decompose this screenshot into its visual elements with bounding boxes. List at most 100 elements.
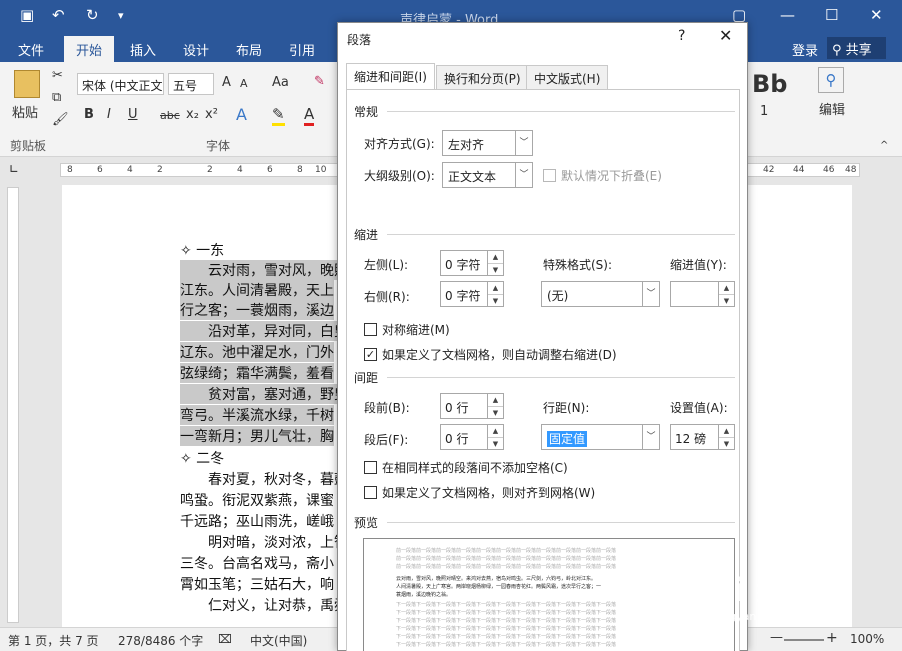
language-status[interactable]: 中文(中国) <box>250 632 307 649</box>
spin-up-icon[interactable]: ▲ <box>488 394 503 406</box>
alignment-dropdown[interactable]: 左对齐 ﹀ <box>442 130 533 156</box>
bold-button[interactable]: B <box>84 107 94 122</box>
outline-level-dropdown[interactable]: 正文文本 ﹀ <box>442 162 533 188</box>
text-effects-icon[interactable]: A <box>236 105 247 124</box>
spin-up-icon[interactable]: ▲ <box>719 425 734 437</box>
chevron-down-icon: ﹀ <box>515 163 532 187</box>
copy-icon[interactable]: ⧉ <box>52 90 61 105</box>
minimize-icon[interactable]: — <box>780 6 795 24</box>
no-space-same-style-checkbox[interactable] <box>364 461 377 474</box>
special-indent-dropdown[interactable]: (无) ﹀ <box>541 281 660 307</box>
document-line[interactable]: ✧ 一东 <box>180 240 224 260</box>
tab-indents-spacing[interactable]: 缩进和间距(I) <box>346 63 435 91</box>
document-line[interactable]: 千远路；巫山雨洗，嵯峨 <box>180 511 334 531</box>
spin-down-icon[interactable]: ▼ <box>719 437 734 449</box>
document-line[interactable]: 行之客；一蓑烟雨，溪边 <box>180 300 334 320</box>
document-line[interactable]: 仁对义，让对恭，禹舜 <box>208 595 348 615</box>
document-line[interactable]: 鸣蛩。衔泥双紫燕，课蜜 <box>180 490 334 510</box>
find-icon[interactable]: ⚲ <box>818 67 844 93</box>
zoom-out-icon[interactable]: — <box>770 630 783 645</box>
maximize-icon[interactable]: ☐ <box>825 6 838 24</box>
italic-button[interactable]: I <box>107 107 111 122</box>
spin-down-icon[interactable]: ▼ <box>719 294 734 306</box>
format-painter-icon[interactable]: 🖌 <box>52 112 69 127</box>
right-indent-spinner[interactable]: 0 字符 ▲ ▼ <box>440 281 504 307</box>
cut-icon[interactable]: ✂ <box>52 68 63 83</box>
superscript-button[interactable]: x² <box>205 107 218 122</box>
close-window-icon[interactable]: ✕ <box>870 6 883 24</box>
document-line[interactable]: 弯弓。半溪流水绿，千树 <box>180 405 334 425</box>
shrink-font-button[interactable]: A <box>240 77 248 90</box>
document-line[interactable]: 霄如玉笔；三姑石大，响 <box>180 574 334 594</box>
tab-references[interactable]: 引用 <box>289 40 315 59</box>
collapse-checkbox[interactable] <box>543 169 556 182</box>
tab-layout[interactable]: 布局 <box>236 40 262 59</box>
mirror-indent-checkbox[interactable] <box>364 323 377 336</box>
tab-selector-icon[interactable]: ∟ <box>9 162 19 176</box>
spin-down-icon[interactable]: ▼ <box>488 437 503 449</box>
document-line[interactable]: 沿对革，异对同，白叟 <box>180 321 348 341</box>
document-line[interactable]: 贫对富，塞对通，野叟 <box>180 384 348 404</box>
styles-preview[interactable]: Bb <box>752 70 787 98</box>
tab-asian-typography[interactable]: 中文版式(H) <box>526 65 609 89</box>
share-button[interactable]: ⚲ 共享 <box>827 37 886 59</box>
spin-down-icon[interactable]: ▼ <box>488 294 503 306</box>
spin-down-icon[interactable]: ▼ <box>488 263 503 275</box>
editing-button[interactable]: 编辑 <box>819 99 845 118</box>
document-line[interactable]: 三冬。台高名戏马，斋小 <box>180 553 334 573</box>
login-link[interactable]: 登录 <box>792 40 818 59</box>
collapse-ribbon-icon[interactable]: ^ <box>880 140 888 151</box>
snap-to-grid-checkbox[interactable] <box>364 486 377 499</box>
document-line[interactable]: 辽东。池中濯足水，门外 <box>180 342 334 362</box>
subscript-button[interactable]: x₂ <box>186 107 199 122</box>
tab-line-page-breaks[interactable]: 换行和分页(P) <box>436 65 529 89</box>
highlight-icon[interactable]: ✎ <box>272 105 285 126</box>
left-indent-spinner[interactable]: 0 字符 ▲ ▼ <box>440 250 504 276</box>
spin-up-icon[interactable]: ▲ <box>719 282 734 294</box>
proofing-icon[interactable]: ⌧ <box>218 632 232 646</box>
grow-font-button[interactable]: A <box>222 75 231 90</box>
tab-file[interactable]: 文件 <box>18 40 44 59</box>
document-line[interactable]: 春对夏，秋对冬，暮鼓 <box>208 469 348 489</box>
zoom-level[interactable]: 100% <box>850 632 884 646</box>
word-count[interactable]: 278/8486 个字 <box>118 632 203 649</box>
document-line[interactable]: 弦绿绮；霜华满鬓，羞看 <box>180 363 334 383</box>
document-line[interactable]: 一弯新月；男儿气壮，胸 <box>180 426 334 446</box>
at-spinner[interactable]: 12 磅 ▲ ▼ <box>670 424 735 450</box>
zoom-in-icon[interactable]: + <box>826 630 838 646</box>
tab-home[interactable]: 开始 <box>64 36 115 62</box>
document-line[interactable]: ✧ 二冬 <box>180 448 224 468</box>
redo-icon[interactable]: ↻ <box>86 6 99 24</box>
save-icon[interactable]: ▣ <box>20 6 34 24</box>
spin-down-icon[interactable]: ▼ <box>488 406 503 418</box>
tab-insert[interactable]: 插入 <box>130 40 156 59</box>
auto-adjust-checkbox[interactable]: ✓ <box>364 348 377 361</box>
clear-format-icon[interactable]: ✎ <box>314 74 325 89</box>
undo-icon[interactable]: ↶ <box>52 6 65 24</box>
spin-up-icon[interactable]: ▲ <box>488 251 503 263</box>
zoom-slider[interactable] <box>784 639 824 641</box>
font-color-icon[interactable]: A <box>304 105 315 126</box>
spin-up-icon[interactable]: ▲ <box>488 282 503 294</box>
line-spacing-dropdown[interactable]: 固定值 ﹀ <box>541 424 660 450</box>
space-after-spinner[interactable]: 0 行 ▲ ▼ <box>440 424 504 450</box>
paste-icon[interactable] <box>14 70 40 98</box>
document-line[interactable]: 明对暗，淡对浓，上智 <box>208 532 348 552</box>
indent-by-spinner[interactable]: ▲ ▼ <box>670 281 735 307</box>
help-button[interactable]: ? <box>678 28 685 44</box>
spin-up-icon[interactable]: ▲ <box>488 425 503 437</box>
change-case-button[interactable]: Aa <box>272 75 289 90</box>
paste-button[interactable]: 粘贴 <box>12 102 38 121</box>
font-size-combo[interactable]: 五号 <box>168 73 214 95</box>
document-line[interactable]: 云对雨，雪对风，晚照 <box>180 260 348 280</box>
document-line[interactable]: 江东。人间清暑殿，天上 <box>180 280 334 300</box>
vertical-ruler-bar[interactable] <box>7 187 19 623</box>
close-icon[interactable]: ✕ <box>719 26 732 45</box>
tab-design[interactable]: 设计 <box>183 40 209 59</box>
page-count[interactable]: 第 1 页，共 7 页 <box>8 632 99 649</box>
space-before-spinner[interactable]: 0 行 ▲ ▼ <box>440 393 504 419</box>
underline-button[interactable]: U <box>128 107 138 122</box>
strikethrough-button[interactable]: abc <box>160 109 180 122</box>
font-name-combo[interactable]: 宋体 (中文正文 <box>77 73 164 95</box>
customize-qat-icon[interactable]: ▾ <box>118 9 124 22</box>
